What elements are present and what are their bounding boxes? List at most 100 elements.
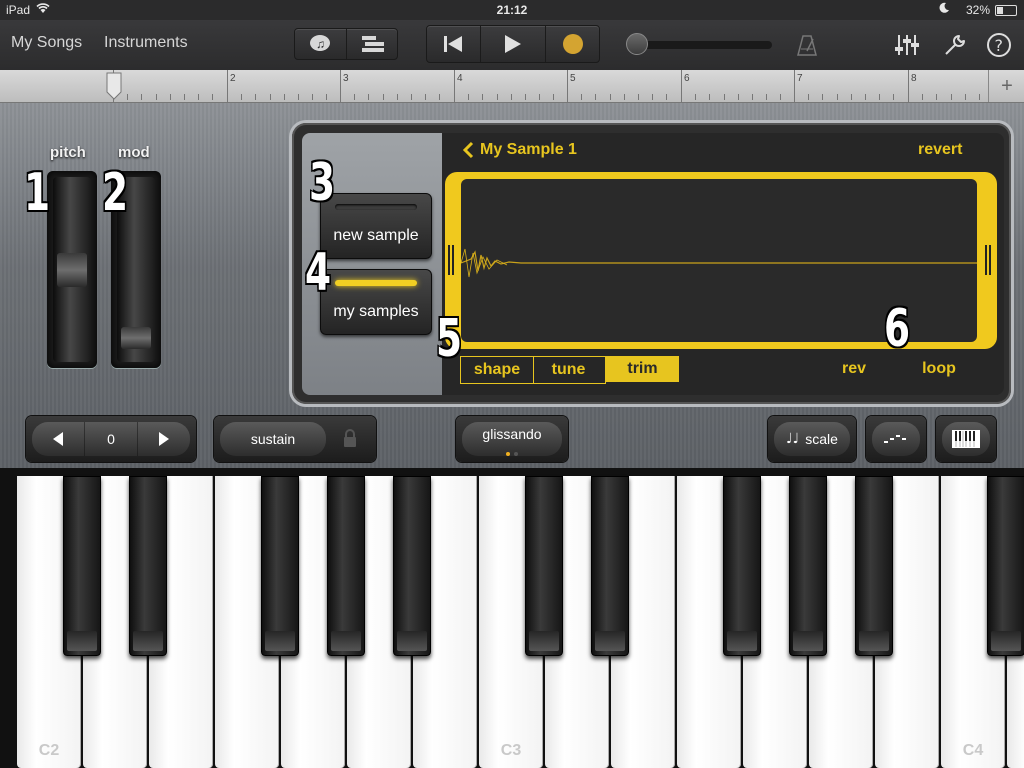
mixer-sliders-icon: [895, 35, 919, 55]
ruler-tick: [652, 94, 653, 100]
keyboard-layout-button[interactable]: [942, 422, 990, 456]
reverse-button[interactable]: rev: [836, 356, 872, 382]
rewind-button[interactable]: [427, 26, 479, 62]
ruler-tick: [497, 94, 498, 100]
tab-tune[interactable]: tune: [532, 356, 606, 384]
ruler-bar-line: [454, 70, 455, 102]
revert-button[interactable]: revert: [918, 141, 962, 159]
loop-button[interactable]: loop: [918, 356, 960, 382]
ruler-tick: [879, 94, 880, 100]
piano-black-key[interactable]: [723, 476, 761, 656]
mixer-button[interactable]: [892, 30, 922, 60]
ruler-bar-number: 5: [570, 73, 576, 84]
piano-black-key[interactable]: [261, 476, 299, 656]
help-button[interactable]: ?: [984, 30, 1014, 60]
add-section-button[interactable]: +: [988, 70, 1024, 102]
ruler-bar-line: [567, 70, 568, 102]
piano-black-key[interactable]: [789, 476, 827, 656]
ruler-bar-number: 6: [684, 73, 690, 84]
ruler-tick: [368, 94, 369, 100]
instruments-button[interactable]: Instruments: [104, 34, 188, 52]
ruler-bar-line: [908, 70, 909, 102]
svg-text:?: ?: [995, 36, 1004, 55]
new-sample-button[interactable]: new sample: [320, 193, 432, 259]
ruler-tick: [397, 94, 398, 100]
piano-black-key[interactable]: [987, 476, 1024, 656]
my-samples-label: my samples: [333, 303, 419, 320]
piano-black-key[interactable]: [129, 476, 167, 656]
piano-black-key[interactable]: [327, 476, 365, 656]
sample-back-button[interactable]: My Sample 1: [462, 141, 577, 159]
sustain-button[interactable]: sustain: [220, 422, 326, 456]
my-samples-button[interactable]: my samples: [320, 269, 432, 335]
music-notes-icon: ♩♩: [786, 431, 800, 447]
callout-1: 1: [24, 163, 51, 223]
piano-keyboard: C2 C3 C4: [0, 468, 1024, 768]
trim-start-handle[interactable]: [448, 245, 456, 275]
clock: 21:12: [496, 3, 528, 17]
metronome-icon: [797, 35, 817, 56]
view-switcher: ♫: [294, 28, 398, 60]
tracks-view-icon: [361, 36, 384, 52]
lock-icon[interactable]: [342, 429, 358, 449]
instrument-view-button[interactable]: ♫: [295, 29, 345, 59]
volume-slider-knob[interactable]: [626, 33, 648, 55]
playhead-icon[interactable]: [106, 72, 122, 100]
record-button[interactable]: [545, 26, 600, 62]
callout-4: 4: [305, 243, 332, 303]
octave-down-button[interactable]: [32, 422, 84, 456]
callout-3: 3: [309, 153, 336, 213]
ruler-tick: [936, 94, 937, 100]
piano-black-key[interactable]: [591, 476, 629, 656]
ruler-tick: [156, 94, 157, 100]
do-not-disturb-icon: [938, 2, 950, 17]
octave-up-button[interactable]: [138, 422, 190, 456]
ruler-tick: [893, 94, 894, 100]
settings-button[interactable]: [940, 30, 970, 60]
ruler-tick: [837, 94, 838, 100]
ruler-tick: [951, 94, 952, 100]
status-bar: iPad 21:12 32%: [0, 0, 1024, 20]
ruler-tick: [482, 94, 483, 100]
pitch-wheel[interactable]: [47, 171, 97, 368]
tracks-view-button[interactable]: [346, 29, 398, 59]
timeline-ruler[interactable]: 12345678 +: [0, 70, 1024, 103]
play-button[interactable]: [480, 26, 545, 62]
transport-controls: [426, 25, 600, 63]
piano-black-key[interactable]: [393, 476, 431, 656]
tab-trim[interactable]: trim: [606, 356, 679, 382]
octave-control: 0: [26, 416, 196, 462]
wrench-icon: [945, 35, 965, 55]
piano-black-key[interactable]: [855, 476, 893, 656]
trim-end-handle[interactable]: [985, 245, 993, 275]
piano-black-key[interactable]: [525, 476, 563, 656]
glissando-indicator: [462, 452, 562, 456]
arpeggiator-button[interactable]: [872, 422, 920, 456]
piano-black-key[interactable]: [63, 476, 101, 656]
ruler-tick: [979, 94, 980, 100]
ruler-tick: [553, 94, 554, 100]
ruler-bar-number: 2: [230, 73, 236, 84]
ruler-tick: [525, 94, 526, 100]
ruler-tick: [752, 94, 753, 100]
volume-slider[interactable]: [628, 41, 772, 49]
ruler-tick: [695, 94, 696, 100]
scale-button[interactable]: ♩♩ scale: [774, 422, 850, 456]
ruler-tick: [610, 94, 611, 100]
arpeggiator-control: [866, 416, 926, 462]
my-songs-button[interactable]: My Songs: [11, 34, 82, 52]
metronome-button[interactable]: [792, 30, 822, 60]
ruler-tick: [595, 94, 596, 100]
octave-value: 0: [85, 422, 137, 456]
ruler-bar-line: [794, 70, 795, 102]
tab-shape[interactable]: shape: [460, 356, 534, 384]
ruler-tick: [127, 94, 128, 100]
ruler-tick: [383, 94, 384, 100]
ruler-tick: [439, 94, 440, 100]
glissando-button[interactable]: glissando: [462, 422, 562, 456]
ruler-bar-line: [340, 70, 341, 102]
callout-6: 6: [884, 299, 911, 359]
ruler-tick: [411, 94, 412, 100]
pitch-label: pitch: [50, 144, 86, 161]
ruler-tick: [255, 94, 256, 100]
